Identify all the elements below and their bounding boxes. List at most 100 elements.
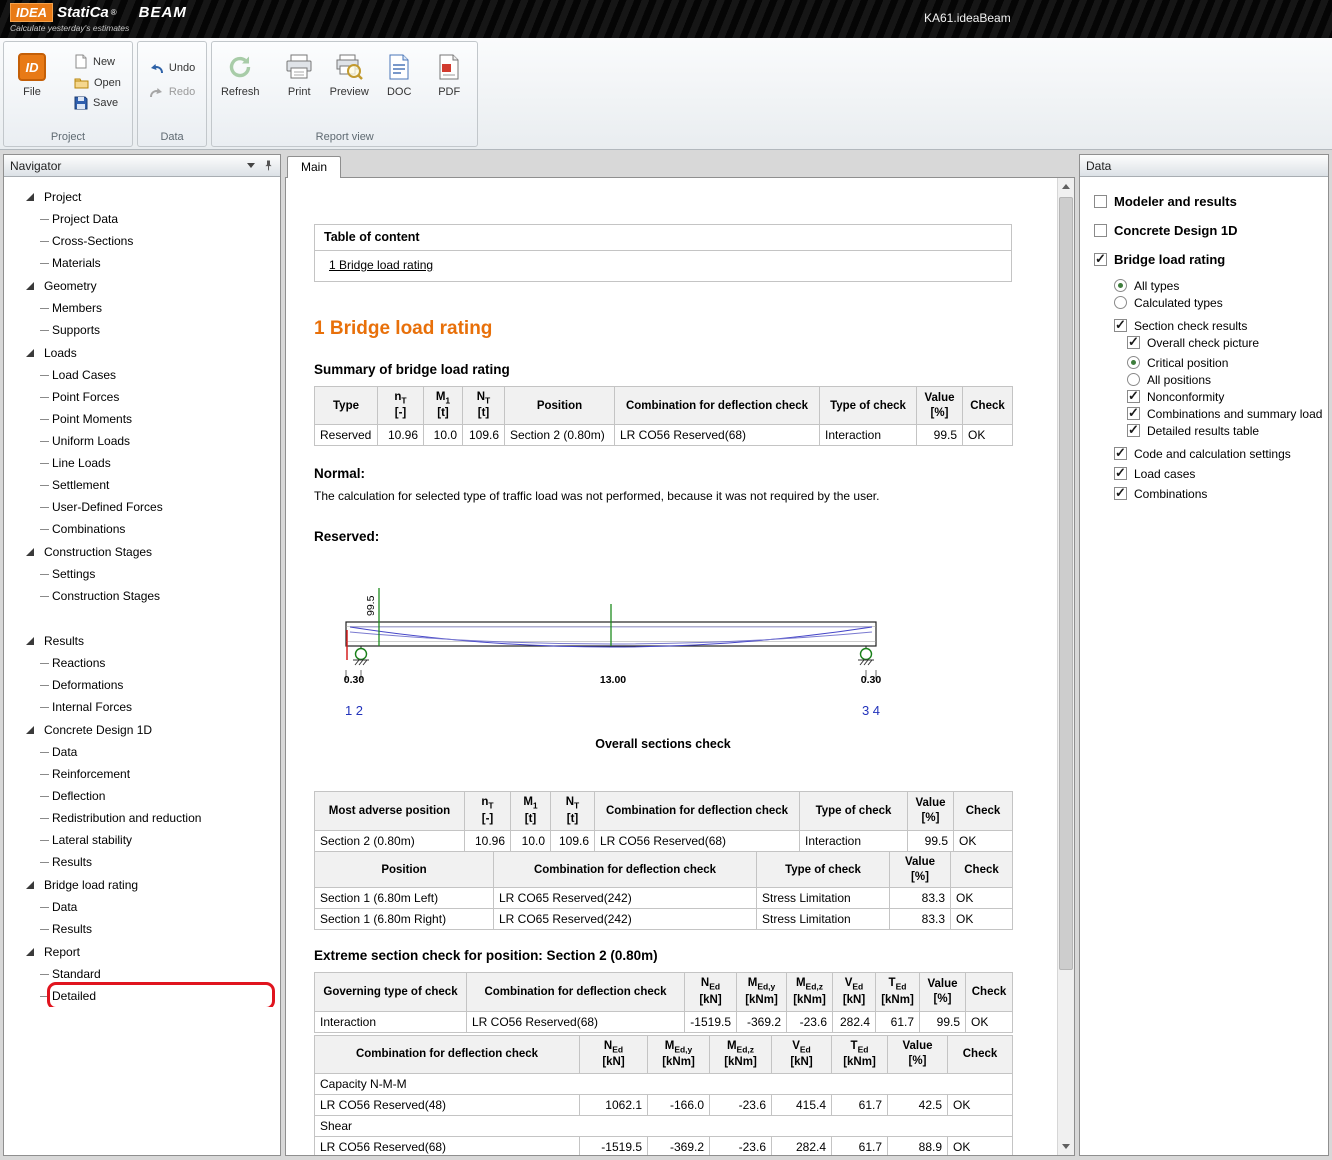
checkbox[interactable] [1127,407,1140,420]
undo-button[interactable]: Undo [143,60,201,76]
file-button[interactable]: ID File [9,46,55,101]
cell-position: Section 1 (6.80m Right) [315,909,494,930]
new-button[interactable]: New [68,52,127,71]
expander-icon[interactable] [26,948,34,956]
expander-icon[interactable] [26,726,34,734]
print-button[interactable]: Print [276,46,322,101]
option-nonconformity[interactable]: Nonconformity [1094,388,1328,405]
nav-item-cross-sections[interactable]: Cross-Sections [14,230,280,252]
nav-item-redistribution[interactable]: Redistribution and reduction [14,807,280,829]
nav-item-bridge-results[interactable]: Results [14,918,280,940]
scrollbar-track[interactable] [1058,195,1074,1138]
nav-item-bridge-data[interactable]: Data [14,896,280,918]
doc-export-button[interactable]: DOC [376,46,422,101]
nav-item-combinations[interactable]: Combinations [14,518,280,540]
pdf-export-button[interactable]: PDF [426,46,472,101]
section-title-row: Capacity N-M-M [315,1074,1013,1095]
nav-item-report-detailed[interactable]: Detailed [14,985,280,1007]
option-bridge-load-rating[interactable]: Bridge load rating [1094,245,1328,274]
expander-icon[interactable] [26,349,34,357]
nav-item-materials[interactable]: Materials [14,252,280,274]
scroll-up-button[interactable] [1058,178,1074,195]
option-section-check-results[interactable]: Section check results [1094,317,1328,334]
nav-group-geometry[interactable]: Geometry [14,275,280,297]
toc-link-bridge-load-rating[interactable]: 1 Bridge load rating [329,258,433,272]
checkbox[interactable] [1094,224,1107,237]
nav-item-point-moments[interactable]: Point Moments [14,408,280,430]
nav-item-deflection[interactable]: Deflection [14,785,280,807]
nav-item-line-loads[interactable]: Line Loads [14,452,280,474]
nav-item-reactions[interactable]: Reactions [14,652,280,674]
save-button[interactable]: Save [68,94,127,112]
nav-item-settlement[interactable]: Settlement [14,474,280,496]
redo-button[interactable]: Redo [143,84,201,100]
checkbox[interactable] [1094,253,1107,266]
option-combinations-and-summary-load[interactable]: Combinations and summary load [1094,405,1328,422]
nav-item-construction-stages[interactable]: Construction Stages [14,585,280,607]
nav-item-deformations[interactable]: Deformations [14,674,280,696]
vertical-scrollbar[interactable] [1057,178,1074,1155]
nav-item-concrete-results[interactable]: Results [14,851,280,873]
nav-group-report[interactable]: Report [14,941,280,963]
radio-button[interactable] [1114,279,1127,292]
expander-icon[interactable] [26,881,34,889]
checkbox[interactable] [1114,447,1127,460]
nav-item-lateral-stability[interactable]: Lateral stability [14,829,280,851]
option-all-positions[interactable]: All positions [1094,371,1328,388]
expander-icon[interactable] [26,193,34,201]
checkbox[interactable] [1127,424,1140,437]
nav-item-reinforcement[interactable]: Reinforcement [14,763,280,785]
cell-type: Reserved [315,425,378,446]
print-button-label: Print [288,86,311,98]
refresh-button[interactable]: Refresh [217,46,263,101]
nav-item-user-defined-forces[interactable]: User-Defined Forces [14,496,280,518]
option-calculated-types[interactable]: Calculated types [1094,294,1328,311]
nav-item-settings[interactable]: Settings [14,563,280,585]
option-modeler-and-results[interactable]: Modeler and results [1094,187,1328,216]
nav-item-concrete-data[interactable]: Data [14,741,280,763]
option-concrete-design-1d[interactable]: Concrete Design 1D [1094,216,1328,245]
option-load-cases[interactable]: Load cases [1094,465,1328,482]
option-critical-position[interactable]: Critical position [1094,354,1328,371]
checkbox[interactable] [1094,195,1107,208]
summary-table: Type nT[-] M1[t] NT[t] Position Combinat… [314,386,1013,446]
open-button[interactable]: Open [68,74,127,91]
option-combinations[interactable]: Combinations [1094,485,1328,502]
nav-item-report-standard[interactable]: Standard [14,963,280,985]
nav-group-construction-stages[interactable]: Construction Stages [14,541,280,563]
option-code-and-calculation-settings[interactable]: Code and calculation settings [1094,445,1328,462]
nav-item-supports[interactable]: Supports [14,319,280,341]
checkbox[interactable] [1114,487,1127,500]
chevron-down-icon[interactable] [247,163,255,168]
checkbox[interactable] [1127,390,1140,403]
nav-group-loads[interactable]: Loads [14,342,280,364]
nav-item-project-data[interactable]: Project Data [14,208,280,230]
scrollbar-thumb[interactable] [1059,197,1073,970]
checkbox[interactable] [1114,319,1127,332]
nav-group-project[interactable]: Project [14,186,280,208]
pin-icon[interactable] [263,160,274,171]
radio-button[interactable] [1114,296,1127,309]
option-detailed-results-table[interactable]: Detailed results table [1094,422,1328,439]
option-all-types[interactable]: All types [1094,277,1328,294]
nav-item-point-forces[interactable]: Point Forces [14,386,280,408]
nav-group-results[interactable]: Results [14,630,280,652]
expander-icon[interactable] [26,548,34,556]
nav-item-members[interactable]: Members [14,297,280,319]
expander-icon[interactable] [26,282,34,290]
expander-icon[interactable] [26,637,34,645]
scroll-down-button[interactable] [1058,1138,1074,1155]
tab-main[interactable]: Main [287,156,341,178]
preview-button[interactable]: Preview [326,46,372,101]
checkbox[interactable] [1127,336,1140,349]
checkbox[interactable] [1114,467,1127,480]
nav-item-load-cases[interactable]: Load Cases [14,364,280,386]
option-overall-check-picture[interactable]: Overall check picture [1094,334,1328,351]
radio-button[interactable] [1127,373,1140,386]
radio-button[interactable] [1127,356,1140,369]
nav-group-concrete-design-1d[interactable]: Concrete Design 1D [14,719,280,741]
nav-item-uniform-loads[interactable]: Uniform Loads [14,430,280,452]
save-icon [74,96,88,110]
nav-item-internal-forces[interactable]: Internal Forces [14,696,280,718]
nav-group-bridge-load-rating[interactable]: Bridge load rating [14,874,280,896]
